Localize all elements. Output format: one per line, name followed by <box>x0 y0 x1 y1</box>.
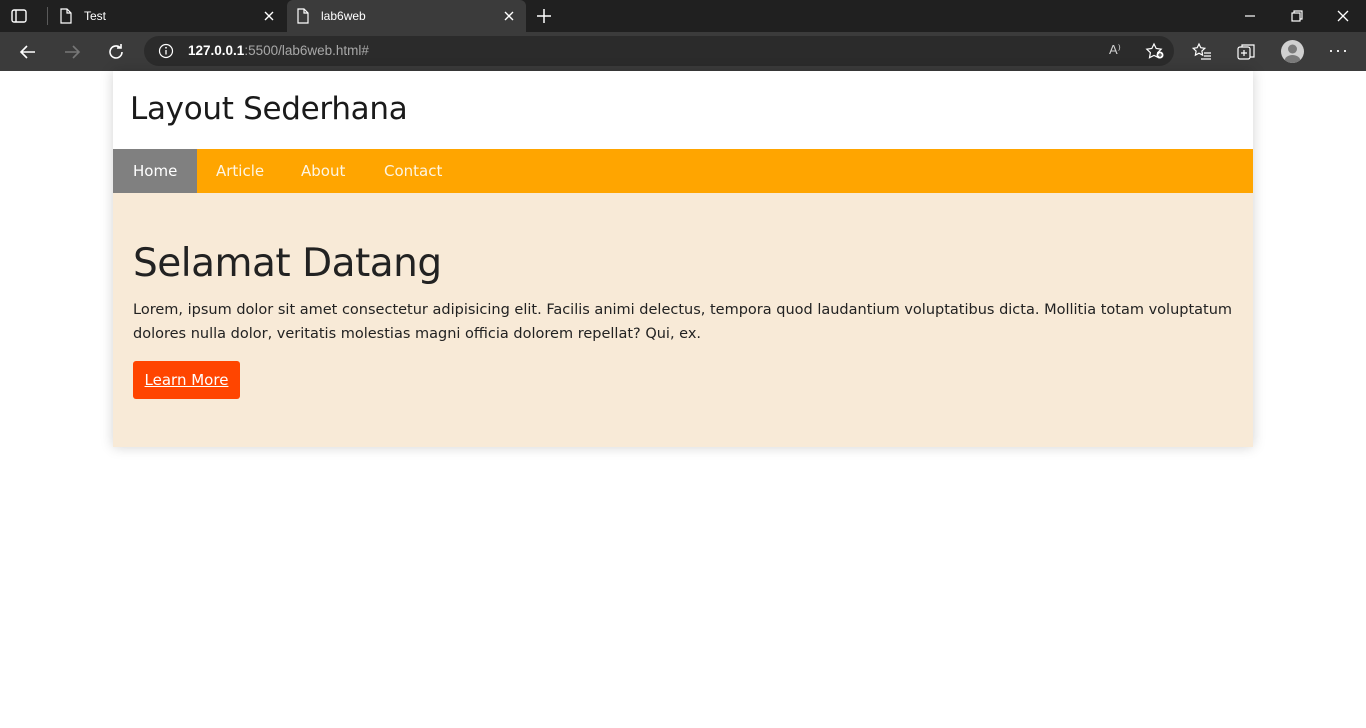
tab-separator <box>47 7 48 25</box>
profile-avatar[interactable] <box>1281 40 1304 63</box>
refresh-icon[interactable] <box>105 41 127 63</box>
url-text[interactable]: 127.0.0.1:5500/lab6web.html# <box>188 43 369 58</box>
url-path: :5500/lab6web.html# <box>244 43 369 58</box>
read-aloud-icon[interactable]: A⁾ <box>1109 42 1121 58</box>
nav-home[interactable]: Home <box>113 149 198 193</box>
url-host: 127.0.0.1 <box>188 43 245 58</box>
browser-tab-bar: Test lab6web <box>0 0 1366 32</box>
settings-more-icon[interactable]: ··· <box>1328 40 1349 61</box>
close-window-icon[interactable] <box>1335 8 1351 24</box>
hero-section: Selamat Datang Lorem, ipsum dolor sit am… <box>113 193 1253 447</box>
address-bar[interactable]: 127.0.0.1:5500/lab6web.html# A⁾ <box>144 36 1174 66</box>
tab-title: Test <box>84 9 107 23</box>
site-header: Layout Sederhana <box>113 71 1253 149</box>
forward-arrow-icon[interactable] <box>61 41 83 63</box>
new-tab-icon[interactable] <box>534 6 554 26</box>
nav-article[interactable]: Article <box>216 149 264 193</box>
hero-text: Lorem, ipsum dolor sit amet consectetur … <box>133 302 1233 342</box>
page-icon <box>297 8 309 24</box>
tab-actions-icon[interactable] <box>10 7 28 25</box>
tab-title: lab6web <box>321 9 366 23</box>
restore-icon[interactable] <box>1289 8 1305 24</box>
nav-about[interactable]: About <box>301 149 345 193</box>
close-tab-icon[interactable] <box>262 9 276 23</box>
tab-lab6web[interactable]: lab6web <box>287 0 526 32</box>
nav-contact[interactable]: Contact <box>384 149 442 193</box>
main-nav: Home Article About Contact <box>113 149 1253 193</box>
close-tab-icon[interactable] <box>502 9 516 23</box>
page-container: Layout Sederhana Home Article About Cont… <box>113 71 1253 447</box>
site-title: Layout Sederhana <box>130 91 408 127</box>
favorites-icon[interactable] <box>1191 41 1213 63</box>
site-info-icon[interactable] <box>158 43 174 59</box>
back-arrow-icon[interactable] <box>17 41 39 63</box>
hero-heading: Selamat Datang <box>133 241 442 286</box>
add-favorite-icon[interactable] <box>1145 42 1165 60</box>
profile-icon <box>1284 44 1301 63</box>
minimize-icon[interactable] <box>1242 8 1258 24</box>
tab-test[interactable]: Test <box>50 0 286 32</box>
browser-toolbar: 127.0.0.1:5500/lab6web.html# A⁾ ··· <box>0 32 1366 71</box>
collections-icon[interactable] <box>1235 41 1257 63</box>
learn-more-button[interactable]: Learn More <box>133 361 240 399</box>
page-icon <box>60 8 72 24</box>
